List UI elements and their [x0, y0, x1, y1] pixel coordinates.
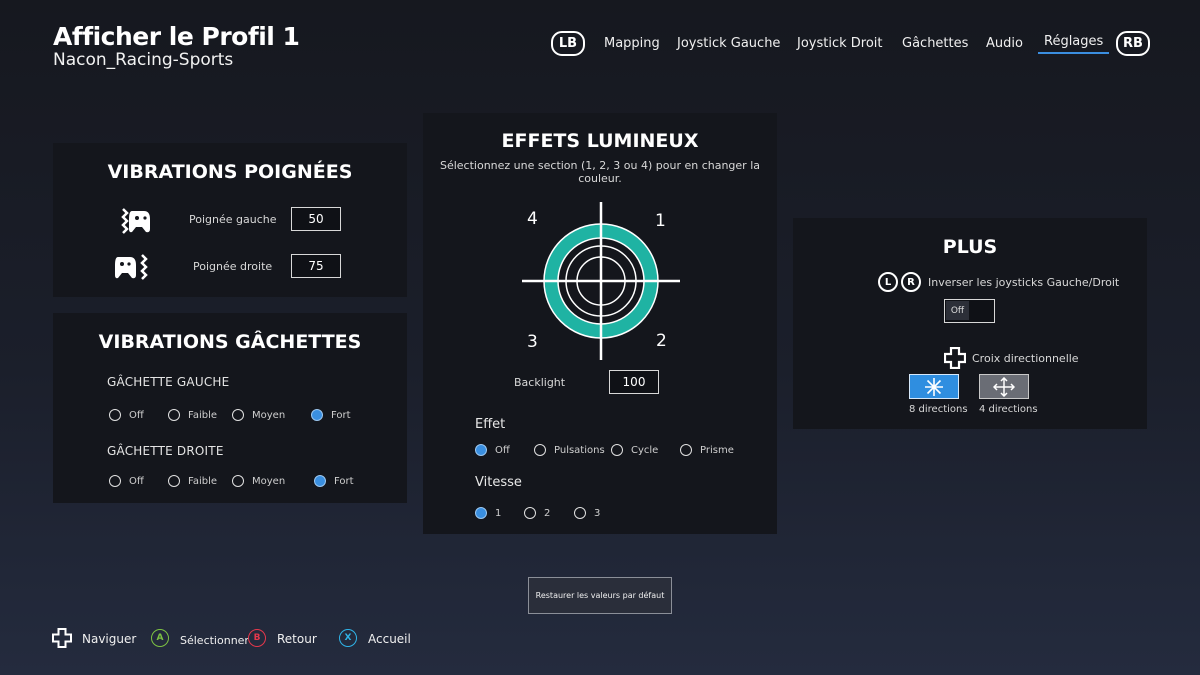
- dpad-8-directions-button[interactable]: [909, 374, 959, 399]
- light-sections-ring[interactable]: [522, 202, 680, 360]
- tab-mapping[interactable]: Mapping: [604, 36, 660, 51]
- effet-option-pulsations[interactable]: Pulsations: [534, 444, 605, 456]
- vitesse-label: Vitesse: [475, 475, 522, 490]
- tab-joystick-gauche[interactable]: Joystick Gauche: [677, 36, 780, 51]
- tab-gachettes[interactable]: Gâchettes: [902, 36, 968, 51]
- right-trigger-option-faible[interactable]: Faible: [168, 475, 217, 487]
- tab-audio[interactable]: Audio: [986, 36, 1023, 51]
- plus-title: PLUS: [942, 236, 998, 258]
- vitesse-option-3[interactable]: 3: [574, 507, 600, 519]
- left-trigger-option-off[interactable]: Off: [109, 409, 144, 421]
- rb-bumper-button[interactable]: RB: [1116, 31, 1150, 56]
- vitesse-option-1[interactable]: 1: [475, 507, 501, 519]
- effet-option-cycle[interactable]: Cycle: [611, 444, 658, 456]
- right-trigger-label: GÂCHETTE DROITE: [107, 444, 224, 458]
- invert-joysticks-toggle[interactable]: Off: [944, 299, 995, 323]
- invert-joysticks-label: Inverser les joysticks Gauche/Droit: [928, 276, 1120, 289]
- effets-lumineux-panel: EFFETS LUMINEUX Sélectionnez une section…: [423, 113, 777, 534]
- dpad-hint-icon: [52, 628, 72, 652]
- page-title: Afficher le Profil 1: [53, 22, 300, 51]
- a-button-icon: A: [151, 629, 169, 647]
- vitesse-option-2[interactable]: 2: [524, 507, 550, 519]
- lb-bumper-button[interactable]: LB: [551, 31, 585, 56]
- hint-back: Retour: [277, 632, 317, 646]
- left-grip-value-input[interactable]: 50: [291, 207, 341, 231]
- tab-joystick-droit[interactable]: Joystick Droit: [797, 36, 883, 51]
- dpad-icon: [943, 346, 967, 373]
- invert-joysticks-value: Off: [946, 301, 969, 320]
- left-trigger-label: GÂCHETTE GAUCHE: [107, 375, 230, 389]
- effet-label: Effet: [475, 417, 506, 432]
- left-trigger-option-moyen[interactable]: Moyen: [232, 409, 285, 421]
- right-grip-value-input[interactable]: 75: [291, 254, 341, 278]
- right-trigger-option-off[interactable]: Off: [109, 475, 144, 487]
- dpad-8-directions-label: 8 directions: [909, 404, 968, 415]
- vibrations-poignees-panel: VIBRATIONS POIGNÉES Poignée gauche 50 Po…: [53, 143, 407, 297]
- vibrations-gachettes-title: VIBRATIONS GÂCHETTES: [98, 331, 362, 353]
- left-trigger-option-fort[interactable]: Fort: [311, 409, 351, 421]
- 4-directions-icon: [993, 376, 1015, 397]
- dpad-label: Croix directionnelle: [972, 352, 1079, 365]
- right-grip-vibration-icon: [115, 251, 149, 289]
- hint-select: Sélectionner: [180, 634, 249, 647]
- effets-lumineux-title: EFFETS LUMINEUX: [501, 130, 699, 152]
- vibrations-poignees-title: VIBRATIONS POIGNÉES: [107, 161, 353, 183]
- dpad-4-directions-label: 4 directions: [979, 404, 1038, 415]
- restore-defaults-button[interactable]: Restaurer les valeurs par défaut: [528, 577, 672, 614]
- 8-directions-icon: [925, 377, 943, 396]
- right-grip-label: Poignée droite: [193, 260, 273, 273]
- effet-option-prisme[interactable]: Prisme: [680, 444, 734, 456]
- x-button-icon: X: [339, 629, 357, 647]
- l-stick-icon: L: [878, 272, 898, 292]
- left-grip-vibration-icon: [119, 205, 153, 243]
- dpad-4-directions-button[interactable]: [979, 374, 1029, 399]
- vibrations-gachettes-panel: VIBRATIONS GÂCHETTES GÂCHETTE GAUCHE Off…: [53, 313, 407, 503]
- b-button-icon: B: [248, 629, 266, 647]
- effet-option-off[interactable]: Off: [475, 444, 510, 456]
- profile-subtitle: Nacon_Racing-Sports: [53, 50, 234, 70]
- right-trigger-option-moyen[interactable]: Moyen: [232, 475, 285, 487]
- left-trigger-option-faible[interactable]: Faible: [168, 409, 217, 421]
- tab-reglages[interactable]: Réglages: [1037, 34, 1110, 54]
- backlight-value-input[interactable]: 100: [609, 370, 659, 394]
- r-stick-icon: R: [901, 272, 921, 292]
- hint-home: Accueil: [368, 632, 411, 646]
- hint-navigate: Naviguer: [82, 632, 137, 646]
- right-trigger-option-fort[interactable]: Fort: [314, 475, 354, 487]
- backlight-label: Backlight: [514, 376, 566, 389]
- left-grip-label: Poignée gauche: [189, 213, 277, 226]
- effets-instruction: Sélectionnez une section (1, 2, 3 ou 4) …: [439, 159, 760, 185]
